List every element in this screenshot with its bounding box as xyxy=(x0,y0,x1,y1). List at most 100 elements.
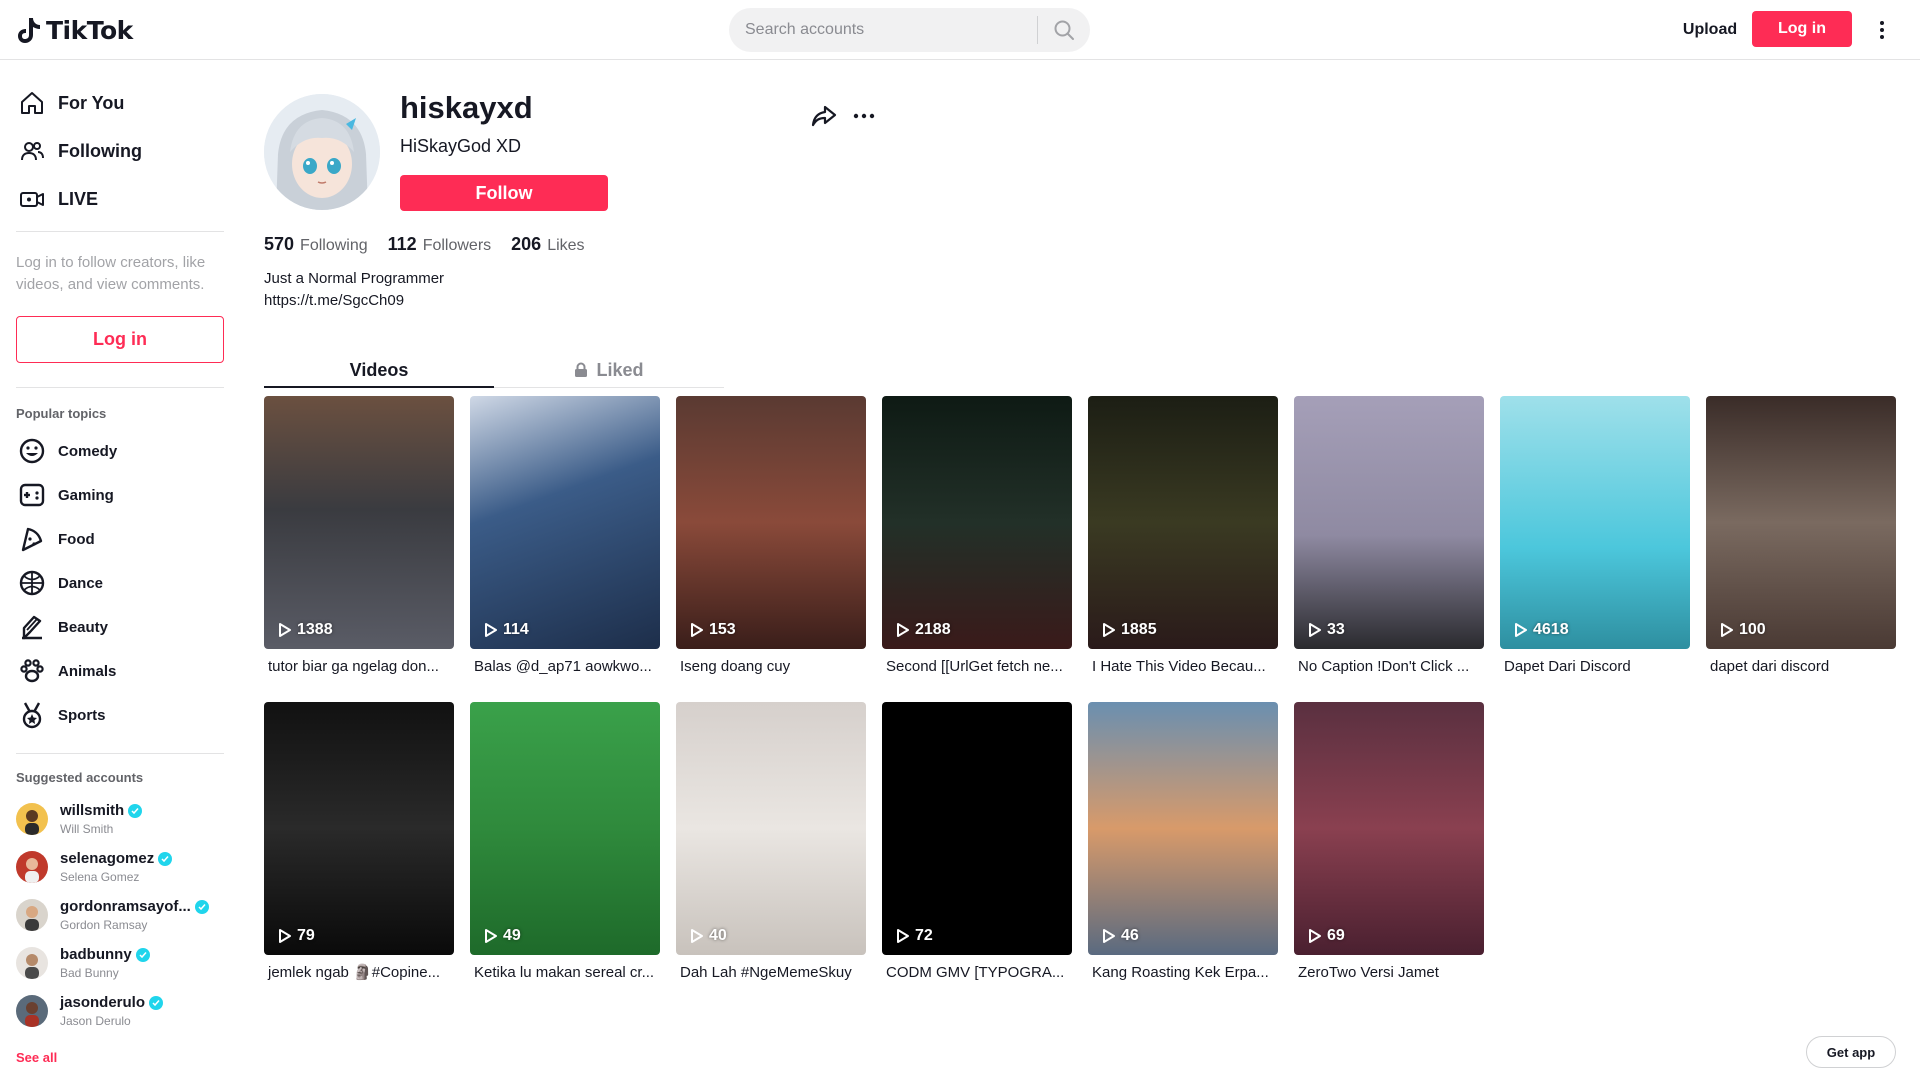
upload-button[interactable]: Upload xyxy=(1670,12,1750,48)
video-caption[interactable]: tutor biar ga ngelag don... xyxy=(264,657,450,677)
active-tab-indicator xyxy=(264,386,494,388)
follow-button[interactable]: Follow xyxy=(400,175,608,211)
video-thumbnail[interactable]: 153 xyxy=(676,396,866,649)
tab-liked[interactable]: Liked xyxy=(494,352,724,388)
video-card[interactable]: 100 dapet dari discord xyxy=(1706,396,1896,677)
topic-beauty[interactable]: Beauty xyxy=(16,609,108,645)
profile-stats: 570 Following 112 Followers 206 Likes xyxy=(264,234,605,255)
video-thumbnail[interactable]: 46 xyxy=(1088,702,1278,955)
video-card[interactable]: 46 Kang Roasting Kek Erpa... xyxy=(1088,702,1278,983)
nav-following[interactable]: Following xyxy=(16,131,142,171)
topic-label: Beauty xyxy=(58,618,109,636)
video-thumbnail[interactable]: 40 xyxy=(676,702,866,955)
topic-dance[interactable]: Dance xyxy=(16,565,103,601)
video-card[interactable]: 1388 tutor biar ga ngelag don... xyxy=(264,396,454,677)
topic-animals[interactable]: Animals xyxy=(16,653,116,689)
topic-gaming[interactable]: Gaming xyxy=(16,477,114,513)
video-card[interactable]: 114 Balas @d_ap71 aowkwo... xyxy=(470,396,660,677)
topic-label: Gaming xyxy=(58,486,114,504)
video-caption[interactable]: I Hate This Video Becau... xyxy=(1088,657,1274,677)
video-thumbnail[interactable]: 33 xyxy=(1294,396,1484,649)
share-button[interactable] xyxy=(810,102,838,130)
video-card[interactable]: 79 jemlek ngab 🗿#Copine... xyxy=(264,702,454,983)
video-caption[interactable]: Iseng doang cuy xyxy=(676,657,862,677)
video-card[interactable]: 40 Dah Lah #NgeMemeSkuy xyxy=(676,702,866,983)
video-caption[interactable]: CODM GMV [TYPOGRA... xyxy=(882,963,1068,983)
suggested-account-selenagomez[interactable]: selenagomez Selena Gomez xyxy=(16,845,173,889)
video-card[interactable]: 72 CODM GMV [TYPOGRA... xyxy=(882,702,1072,983)
more-menu-button[interactable] xyxy=(1870,12,1894,48)
video-card[interactable]: 4618 Dapet Dari Discord xyxy=(1500,396,1690,677)
suggested-account-willsmith[interactable]: willsmith Will Smith xyxy=(16,797,143,841)
topic-sports[interactable]: Sports xyxy=(16,697,106,733)
view-count-value: 153 xyxy=(709,621,736,638)
video-thumbnail[interactable]: 1885 xyxy=(1088,396,1278,649)
gamepad-icon xyxy=(16,479,48,511)
video-caption[interactable]: No Caption !Don't Click ... xyxy=(1294,657,1480,677)
topic-food[interactable]: Food xyxy=(16,521,95,557)
profile-nickname: HiSkayGod XD xyxy=(400,136,522,156)
tab-videos[interactable]: Videos xyxy=(264,352,494,388)
suggested-account-jasonderulo[interactable]: jasonderulo Jason Derulo xyxy=(16,989,164,1033)
video-card[interactable]: 1885 I Hate This Video Becau... xyxy=(1088,396,1278,677)
play-icon xyxy=(691,929,703,943)
video-caption[interactable]: Balas @d_ap71 aowkwo... xyxy=(470,657,656,677)
view-count-value: 114 xyxy=(503,621,529,638)
video-caption[interactable]: Kang Roasting Kek Erpa... xyxy=(1088,963,1274,983)
video-thumbnail[interactable]: 72 xyxy=(882,702,1072,955)
nav-label: For You xyxy=(58,92,125,113)
video-caption[interactable]: Ketika lu makan sereal cr... xyxy=(470,963,656,983)
video-thumbnail[interactable]: 2188 xyxy=(882,396,1072,649)
suggested-account-badbunny[interactable]: badbunny Bad Bunny xyxy=(16,941,150,985)
play-icon xyxy=(485,929,497,943)
video-card[interactable]: 69 ZeroTwo Versi Jamet xyxy=(1294,702,1484,983)
login-prompt-text: Log in to follow creators, like videos, … xyxy=(16,254,206,293)
sidebar-login-button[interactable]: Log in xyxy=(16,316,224,363)
video-caption[interactable]: Dah Lah #NgeMemeSkuy xyxy=(676,963,862,983)
video-thumbnail[interactable]: 100 xyxy=(1706,396,1896,649)
nav-for-you[interactable]: For You xyxy=(16,83,124,123)
video-caption[interactable]: Second [[UrlGet fetch ne... xyxy=(882,657,1068,677)
video-caption[interactable]: jemlek ngab 🗿#Copine... xyxy=(264,963,450,983)
play-icon xyxy=(1103,929,1115,943)
sidebar-divider xyxy=(16,753,224,754)
nav-live[interactable]: LIVE xyxy=(16,179,98,219)
view-count: 69 xyxy=(1308,927,1345,945)
view-count: 33 xyxy=(1308,621,1345,639)
search-button[interactable] xyxy=(1038,8,1090,52)
video-thumbnail[interactable]: 1388 xyxy=(264,396,454,649)
view-count: 72 xyxy=(896,927,933,945)
play-icon xyxy=(691,623,703,637)
video-thumbnail[interactable]: 49 xyxy=(470,702,660,955)
video-caption[interactable]: ZeroTwo Versi Jamet xyxy=(1294,963,1480,983)
suggested-username: selenagomez xyxy=(60,850,155,867)
likes-stat: 206 Likes xyxy=(511,234,584,255)
suggested-account-gordonramsay[interactable]: gordonramsayof... Gordon Ramsay xyxy=(16,893,209,937)
video-thumbnail[interactable]: 79 xyxy=(264,702,454,955)
following-stat[interactable]: 570 Following xyxy=(264,234,368,255)
video-card[interactable]: 2188 Second [[UrlGet fetch ne... xyxy=(882,396,1072,677)
verified-badge-icon xyxy=(135,948,150,962)
play-icon xyxy=(1309,929,1321,943)
search-input[interactable] xyxy=(729,8,1037,52)
video-thumbnail[interactable]: 4618 xyxy=(1500,396,1690,649)
following-count: 570 xyxy=(264,234,295,254)
get-app-button[interactable]: Get app xyxy=(1806,1036,1896,1068)
tiktok-logo[interactable]: TikTok xyxy=(16,14,133,46)
dance-icon xyxy=(16,567,48,599)
video-card[interactable]: 49 Ketika lu makan sereal cr... xyxy=(470,702,660,983)
followers-stat[interactable]: 112 Followers xyxy=(388,234,492,255)
video-thumbnail[interactable]: 114 xyxy=(470,396,660,649)
video-thumbnail[interactable]: 69 xyxy=(1294,702,1484,955)
video-card[interactable]: 153 Iseng doang cuy xyxy=(676,396,866,677)
profile-more-button[interactable] xyxy=(850,102,878,130)
topic-comedy[interactable]: Comedy xyxy=(16,433,117,469)
video-caption[interactable]: Dapet Dari Discord xyxy=(1500,657,1686,677)
bio-link[interactable]: https://t.me/SgcCh09 xyxy=(264,290,444,312)
see-all-link[interactable]: See all xyxy=(16,1050,57,1065)
video-card[interactable]: 33 No Caption !Don't Click ... xyxy=(1294,396,1484,677)
video-caption[interactable]: dapet dari discord xyxy=(1706,657,1892,677)
logo-text: TikTok xyxy=(46,15,133,45)
header-login-button[interactable]: Log in xyxy=(1752,11,1852,47)
profile-tabs: Videos Liked xyxy=(264,352,724,388)
